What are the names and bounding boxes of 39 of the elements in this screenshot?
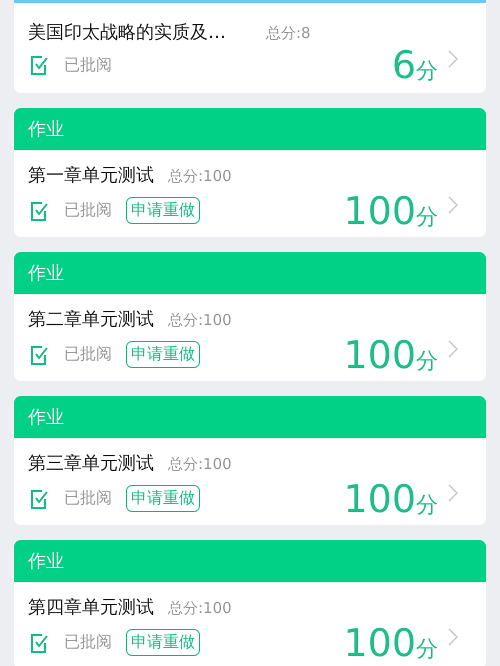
assignment-title: 第一章单元测试: [28, 164, 154, 187]
card-background[interactable]: 作业 第三章单元测试 总分:100 已批阅 申请重做 100分: [14, 396, 486, 525]
total-score: 总分:100: [168, 167, 232, 186]
checked-document-icon: [28, 632, 50, 654]
status-label: 已批阅: [64, 632, 112, 653]
total-score: 总分:100: [168, 455, 232, 474]
total-score: 总分:100: [168, 599, 232, 618]
assignment-title: 第三章单元测试: [28, 452, 154, 475]
status-label: 已批阅: [64, 344, 112, 365]
checked-document-icon: [28, 54, 50, 76]
card-background[interactable]: 作业 第四章单元测试 总分:100 已批阅 申请重做 100分: [14, 540, 486, 666]
checked-document-icon: [28, 200, 50, 222]
header-title: 作业: [28, 550, 64, 573]
status-label: 已批阅: [64, 200, 112, 221]
chevron-right-icon[interactable]: [448, 484, 458, 502]
header-title: 作业: [28, 262, 64, 285]
card-background[interactable]: 作业 第二章单元测试 总分:100 已批阅 申请重做 100分: [14, 252, 486, 381]
total-score: 总分:8: [266, 24, 311, 43]
card-background[interactable]: 美国印太战略的实质及… 总分:8 已批阅 6分: [14, 0, 486, 93]
chevron-right-icon[interactable]: [448, 50, 458, 68]
status-label: 已批阅: [64, 488, 112, 509]
assignment-title: 第二章单元测试: [28, 308, 154, 331]
chevron-right-icon[interactable]: [448, 628, 458, 646]
score: 100分: [343, 620, 438, 664]
header-title: 作业: [28, 406, 64, 429]
chevron-right-icon[interactable]: [448, 196, 458, 214]
card-background[interactable]: 作业 第一章单元测试 总分:100 已批阅 申请重做 100分: [14, 108, 486, 237]
status-label: 已批阅: [64, 54, 112, 76]
score: 100分: [343, 188, 438, 232]
score: 6分: [392, 43, 438, 87]
score: 100分: [343, 332, 438, 376]
checked-document-icon: [28, 344, 50, 366]
total-score: 总分:100: [168, 311, 232, 330]
assignment-title: 美国印太战略的实质及…: [28, 21, 226, 44]
chevron-right-icon[interactable]: [448, 340, 458, 358]
header-title: 作业: [28, 118, 64, 141]
assignment-title: 第四章单元测试: [28, 596, 154, 619]
checked-document-icon: [28, 488, 50, 510]
score: 100分: [343, 476, 438, 520]
